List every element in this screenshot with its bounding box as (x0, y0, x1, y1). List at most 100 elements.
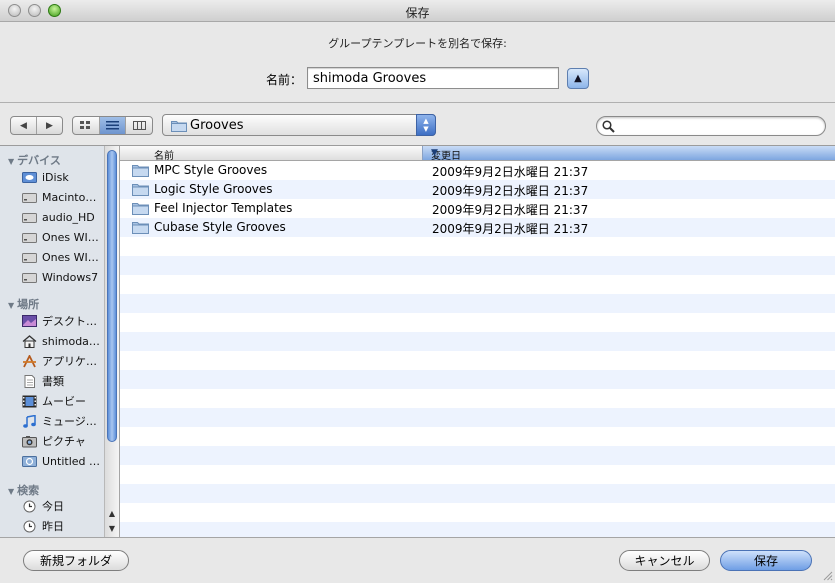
empty-row (120, 332, 835, 351)
collapse-dialog-button[interactable]: ▲ (567, 68, 589, 89)
resize-grip-icon[interactable] (822, 570, 833, 581)
sidebar-item-macintosh-hd[interactable]: Macinto… (22, 188, 102, 206)
file-date: 2009年9月2日水曜日 21:37 (432, 184, 589, 198)
location-label: Grooves (190, 118, 244, 133)
column-header-date[interactable]: 変更日 ▼ (422, 146, 835, 162)
file-row[interactable]: Logic Style Grooves 2009年9月2日水曜日 21:37 (120, 180, 835, 199)
scroll-down-button[interactable]: ▼ (105, 522, 119, 536)
music-icon (23, 414, 36, 428)
sidebar-item-idisk[interactable]: iDisk (22, 168, 102, 186)
applications-icon (23, 354, 36, 367)
file-date: 2009年9月2日水曜日 21:37 (432, 222, 589, 236)
clock-icon (23, 500, 36, 512)
button-bar: 新規フォルダ キャンセル 保存 (0, 537, 835, 583)
file-row[interactable]: Cubase Style Grooves 2009年9月2日水曜日 21:37 (120, 218, 835, 237)
arrow-down-icon: ▼ (108, 524, 116, 533)
sidebar-scrollbar[interactable]: ▲ ▼ (104, 146, 119, 537)
disclosure-triangle-icon: ▼ (8, 487, 15, 496)
empty-row (120, 484, 835, 503)
back-button[interactable]: ◀ (11, 117, 36, 134)
empty-row (120, 389, 835, 408)
view-mode-buttons (72, 116, 153, 135)
file-name: Logic Style Grooves (154, 182, 273, 196)
cancel-button[interactable]: キャンセル (619, 550, 710, 571)
grid-icon (80, 121, 91, 129)
sidebar-item-audio-hd[interactable]: audio_HD (22, 208, 102, 226)
folder-icon (132, 184, 149, 196)
sidebar-section-devices[interactable]: ▼ デバイス (8, 152, 61, 168)
scroll-thumb[interactable] (107, 150, 117, 442)
empty-row (120, 522, 835, 537)
list-icon (106, 121, 119, 130)
file-date: 2009年9月2日水曜日 21:37 (432, 203, 589, 217)
sidebar-item-home[interactable]: shimoda… (22, 332, 102, 350)
empty-row (120, 408, 835, 427)
sidebar: ▼ デバイス iDisk Macinto… audio_HD Ones WI… O… (0, 146, 120, 537)
window-title: 保存 (405, 6, 430, 20)
location-popup[interactable]: Grooves ▲ ▼ (162, 114, 436, 136)
column-header-name[interactable]: 名前 (154, 147, 174, 162)
clock-icon (23, 520, 36, 532)
name-label: 名前： (266, 73, 303, 87)
sidebar-item-untitled[interactable]: Untitled … (22, 452, 102, 470)
empty-row (120, 503, 835, 522)
sidebar-item-documents[interactable]: 書類 (22, 372, 102, 390)
hard-drive-icon (22, 232, 37, 243)
scroll-up-button[interactable]: ▲ (105, 507, 119, 521)
folder-icon (171, 121, 187, 132)
sidebar-item-ones-wi-1[interactable]: Ones WI… (22, 228, 102, 246)
search-icon (602, 120, 615, 133)
file-row[interactable]: MPC Style Grooves 2009年9月2日水曜日 21:37 (120, 161, 835, 180)
empty-row (120, 370, 835, 389)
folder-icon (132, 165, 149, 177)
desktop-icon (22, 314, 37, 327)
list-view-button[interactable] (98, 117, 126, 134)
sidebar-section-search[interactable]: ▼ 検索 (8, 482, 39, 498)
movies-icon (22, 395, 37, 407)
triangle-up-icon: ▲ (574, 73, 582, 84)
pictures-icon (22, 435, 37, 447)
file-name: Feel Injector Templates (154, 201, 293, 215)
idisk-icon (22, 171, 37, 183)
empty-row (120, 275, 835, 294)
sidebar-item-yesterday[interactable]: 昨日 (22, 517, 102, 535)
icon-view-button[interactable] (73, 117, 99, 134)
empty-row (120, 256, 835, 275)
forward-button[interactable]: ▶ (36, 117, 62, 134)
documents-icon (24, 374, 35, 388)
save-header: グループテンプレートを別名で保存: 名前： ▲ (0, 22, 835, 102)
sidebar-item-movies[interactable]: ムービー (22, 392, 102, 410)
home-icon (22, 334, 37, 348)
file-row[interactable]: Feel Injector Templates 2009年9月2日水曜日 21:… (120, 199, 835, 218)
file-list: 名前 変更日 ▼ MPC Style Grooves 2009年9月2日水曜日 … (120, 146, 835, 537)
column-headers: 名前 変更日 ▼ (120, 146, 835, 162)
empty-row (120, 237, 835, 256)
sidebar-item-music[interactable]: ミュージ… (22, 412, 102, 430)
new-folder-button[interactable]: 新規フォルダ (23, 550, 129, 571)
sidebar-item-windows7[interactable]: Windows7 (22, 268, 102, 286)
name-input[interactable] (307, 67, 559, 89)
title-bar: 保存 (0, 0, 835, 22)
sidebar-item-today[interactable]: 今日 (22, 497, 102, 515)
sidebar-item-pictures[interactable]: ピクチャ (22, 432, 102, 450)
column-view-button[interactable] (125, 117, 152, 134)
disclosure-triangle-icon: ▼ (8, 157, 15, 166)
save-button[interactable]: 保存 (720, 550, 812, 571)
search-field[interactable] (596, 116, 826, 136)
columns-icon (132, 121, 146, 130)
empty-row (120, 294, 835, 313)
hard-drive-icon (22, 192, 37, 203)
file-name: Cubase Style Grooves (154, 220, 286, 234)
search-input[interactable] (619, 118, 823, 136)
empty-row (120, 446, 835, 465)
hard-drive-icon (22, 272, 37, 283)
network-volume-icon (22, 455, 37, 467)
empty-row (120, 351, 835, 370)
sidebar-item-ones-wi-2[interactable]: Ones WI… (22, 248, 102, 266)
sidebar-item-desktop[interactable]: デスクト… (22, 312, 102, 330)
back-arrow-icon: ◀ (20, 120, 27, 131)
sidebar-item-applications[interactable]: アプリケ… (22, 352, 102, 370)
sidebar-section-places[interactable]: ▼ 場所 (8, 296, 39, 312)
arrow-up-icon: ▲ (108, 509, 116, 518)
disclosure-triangle-icon: ▼ (8, 301, 15, 310)
